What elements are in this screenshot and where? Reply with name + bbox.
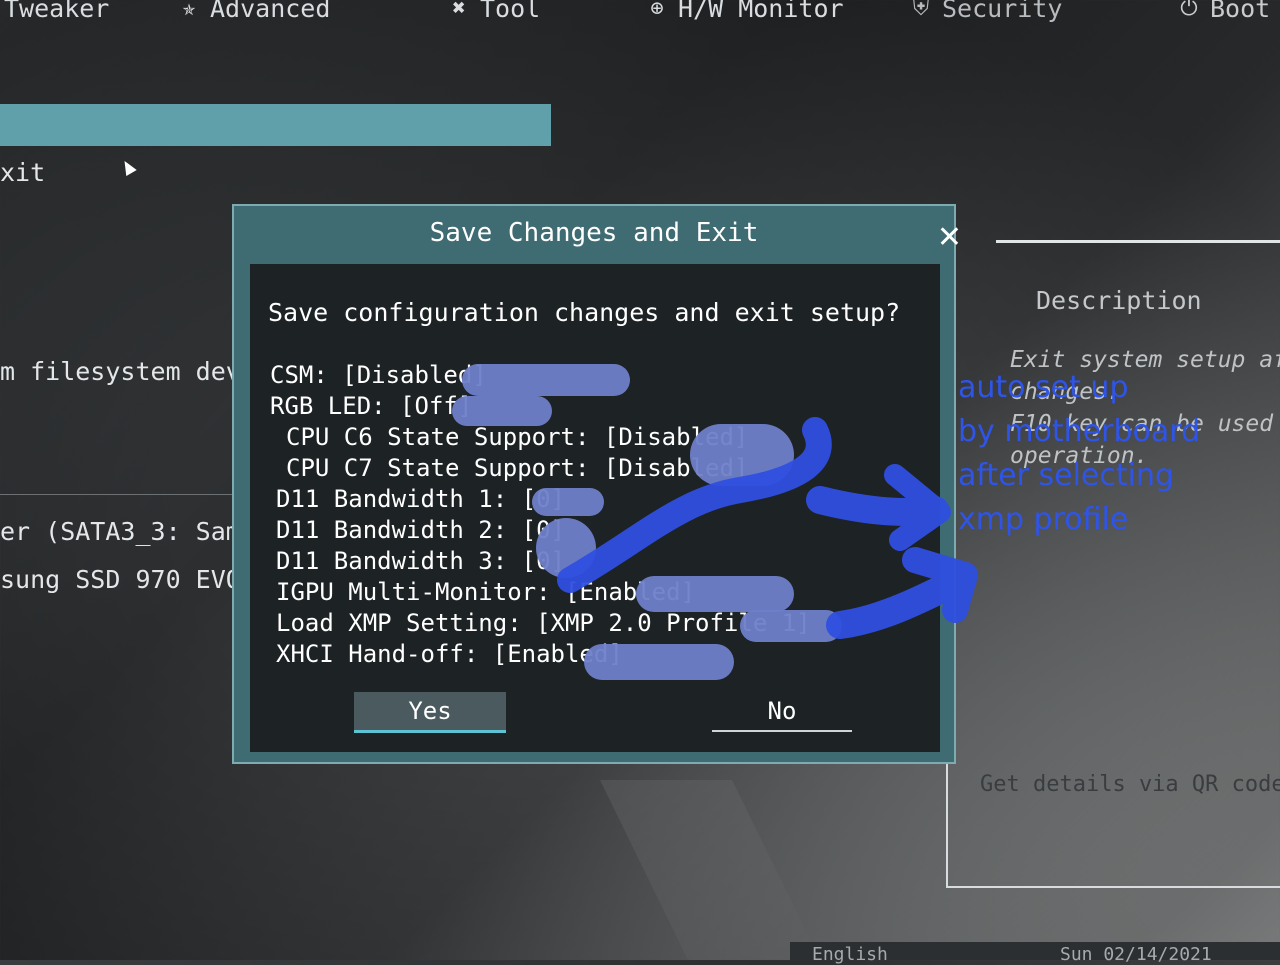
tab-boot[interactable]: ⏻ Boot (1176, 0, 1270, 23)
dialog-title: Save Changes and Exit (429, 218, 759, 248)
date-display: Sun 02/14/2021 (1060, 944, 1212, 965)
annotation-line: by motherboard (958, 414, 1201, 449)
tab-hw-monitor[interactable]: ⊕ H/W Monitor (644, 0, 844, 23)
redaction-mark (636, 576, 794, 612)
tab-security-label: Security (942, 0, 1063, 23)
qr-code-hint: Get details via QR code (980, 772, 1280, 797)
language-selector[interactable]: English (812, 944, 888, 965)
tab-tool-label: Tool (480, 0, 541, 23)
tab-tool[interactable]: ✖ Tool (446, 0, 540, 23)
menu-item-exit[interactable]: xit (0, 158, 45, 187)
tab-security[interactable]: ⛨ Security (908, 0, 1063, 23)
redaction-mark (462, 364, 630, 396)
annotation-line: after selecting (958, 458, 1175, 493)
redaction-mark (452, 396, 552, 426)
shield-icon: ⛨ (912, 0, 930, 21)
annotation-line: auto set up (958, 370, 1129, 405)
monitor-icon: ⊕ (650, 0, 664, 21)
dialog-question: Save configuration changes and exit setu… (268, 298, 901, 327)
redaction-mark (584, 644, 734, 680)
tab-boot-label: Boot (1210, 0, 1271, 23)
power-icon: ⏻ (1180, 0, 1198, 21)
close-icon[interactable]: ✕ (937, 220, 962, 255)
tab-tweaker-label: Tweaker (4, 0, 110, 23)
tab-advanced-label: Advanced (210, 0, 331, 23)
change-item: Load XMP Setting: [XMP 2.0 Profile 1] (276, 609, 811, 637)
description-title: Description (1036, 286, 1202, 315)
tools-icon: ✖ (452, 0, 466, 21)
selected-row-highlight (0, 104, 551, 146)
redaction-mark (740, 610, 842, 642)
save-exit-dialog: Save Changes and Exit ✕ Save configurati… (232, 204, 962, 764)
tab-tweaker[interactable]: Tweaker (4, 0, 109, 23)
redaction-mark (532, 488, 604, 516)
redaction-mark (536, 518, 596, 578)
divider (0, 494, 240, 495)
annotation-note: auto set up by motherboard after selecti… (958, 366, 1200, 542)
annotation-line: xmp profile (958, 502, 1129, 537)
description-divider (996, 240, 1280, 243)
yes-button[interactable]: Yes (354, 692, 506, 733)
top-navigation: Tweaker ✯ Advanced ✖ Tool ⊕ H/W Monitor … (0, 0, 1280, 38)
star-icon: ✯ (182, 0, 196, 21)
mouse-cursor-icon (119, 157, 137, 177)
tab-hw-monitor-label: H/W Monitor (678, 0, 844, 23)
tab-advanced[interactable]: ✯ Advanced (176, 0, 330, 23)
no-button[interactable]: No (712, 692, 852, 732)
redaction-mark (690, 424, 794, 486)
background-decoration (600, 780, 820, 960)
